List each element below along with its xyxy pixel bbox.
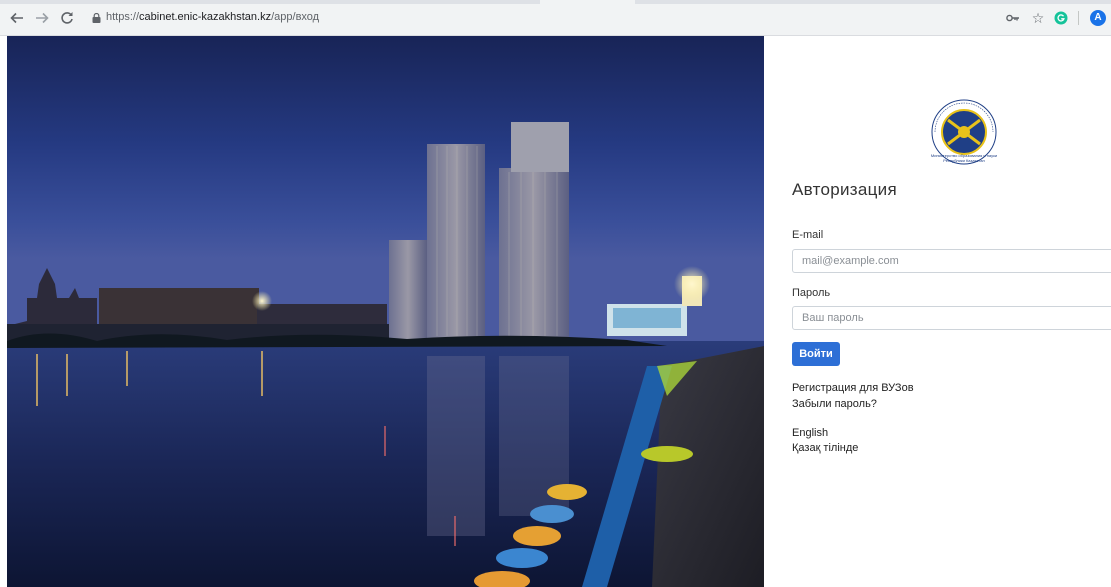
login-panel: Министерство образования и науки Республ… — [764, 36, 1111, 587]
url-host: cabinet.enic-kazakhstan.kz — [139, 11, 272, 23]
key-icon[interactable] — [1005, 8, 1021, 28]
ministry-emblem-logo — [931, 99, 997, 165]
url-scheme: https:// — [106, 11, 140, 23]
university-registration-link[interactable]: Регистрация для ВУЗов — [792, 382, 914, 394]
password-label: Пароль — [792, 287, 831, 299]
address-bar[interactable]: https://cabinet.enic-kazakhstan.kz/app/в… — [86, 8, 966, 28]
back-arrow-icon[interactable] — [8, 9, 26, 27]
forward-arrow-icon[interactable] — [33, 9, 51, 27]
email-label: E-mail — [792, 229, 824, 241]
city-night-photo — [7, 36, 764, 587]
login-button[interactable]: Войти — [792, 342, 840, 366]
forgot-password-link[interactable]: Забыли пароль? — [792, 398, 877, 410]
password-field[interactable] — [792, 306, 1111, 330]
city-night-photo-illustration — [7, 36, 764, 587]
language-english-link[interactable]: English — [792, 427, 828, 439]
toolbar-separator — [1078, 11, 1079, 25]
email-field[interactable] — [792, 249, 1111, 273]
emblem-caption: Министерство образования и науки Республ… — [904, 153, 1024, 163]
language-kazakh-link[interactable]: Қазақ тілінде — [792, 442, 858, 454]
browser-toolbar: https://cabinet.enic-kazakhstan.kz/app/в… — [0, 0, 1111, 36]
emblem-caption-line2: Республики Казахстан — [943, 158, 985, 163]
tab-strip — [0, 0, 1111, 4]
lock-icon[interactable] — [92, 13, 101, 23]
url-text[interactable]: https://cabinet.enic-kazakhstan.kz/app/в… — [106, 11, 319, 23]
page-title: Авторизация — [792, 180, 897, 199]
grammarly-extension-icon[interactable] — [1053, 8, 1069, 28]
reload-icon[interactable] — [58, 9, 76, 27]
active-tab[interactable] — [540, 0, 635, 4]
profile-avatar-icon[interactable]: A — [1090, 10, 1106, 26]
url-path: /app/вход — [271, 11, 320, 23]
bookmark-star-icon[interactable]: ☆ — [1030, 8, 1046, 28]
